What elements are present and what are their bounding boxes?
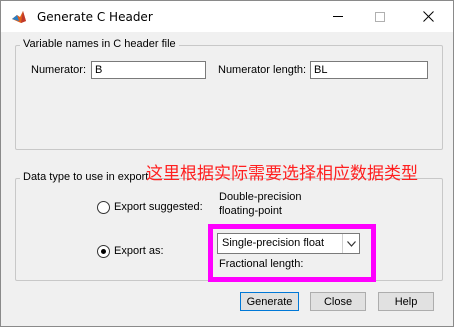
generate-c-header-dialog: Generate C Header Variable names in C he…: [0, 0, 454, 327]
close-icon: [422, 11, 434, 22]
suggested-type-line2: floating-point: [219, 205, 282, 217]
export-suggested-radio[interactable]: [97, 201, 110, 214]
minimize-icon: [333, 16, 343, 17]
help-button[interactable]: Help: [378, 292, 434, 311]
suggested-type-line1: Double-precision: [219, 191, 302, 203]
magenta-highlight-box: [208, 224, 376, 282]
close-button[interactable]: Close: [310, 292, 366, 311]
data-type-group-title: Data type to use in export: [20, 171, 152, 183]
export-as-label[interactable]: Export as:: [114, 245, 164, 257]
numerator-input[interactable]: B: [91, 61, 206, 79]
variable-names-group-title: Variable names in C header file: [20, 38, 179, 50]
numerator-length-label: Numerator length:: [218, 64, 307, 76]
matlab-app-icon: [12, 11, 26, 23]
maximize-button[interactable]: [357, 1, 403, 32]
window-title: Generate C Header: [37, 10, 153, 24]
maximize-icon: [375, 11, 385, 22]
export-as-radio[interactable]: [97, 245, 110, 258]
numerator-length-input[interactable]: BL: [310, 61, 428, 79]
chinese-annotation: 这里根据实际需要选择相应数据类型: [146, 164, 418, 184]
minimize-button[interactable]: [315, 1, 361, 32]
export-suggested-label[interactable]: Export suggested:: [114, 201, 203, 213]
generate-button[interactable]: Generate: [240, 292, 299, 311]
numerator-label: Numerator:: [31, 64, 87, 76]
title-bar: Generate C Header: [1, 1, 453, 32]
close-window-button[interactable]: [405, 1, 451, 32]
